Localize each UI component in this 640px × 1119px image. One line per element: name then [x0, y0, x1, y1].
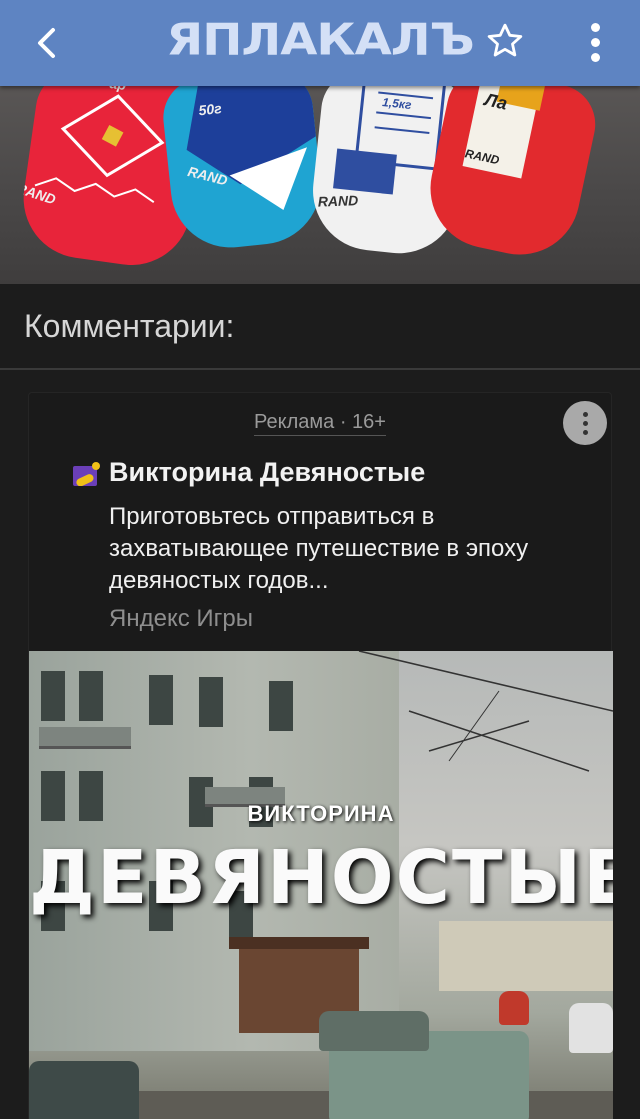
ad-card[interactable]: Реклама · 16+ Викторина Девяностые Приго… — [28, 392, 613, 1119]
ad-image-caption-big: ДЕВЯНОСТЫЕ — [29, 835, 613, 921]
favorite-button[interactable] — [480, 16, 530, 66]
sock-red-2: Ла RAND — [419, 86, 603, 266]
ad-label-text: Реклама · 16+ — [254, 411, 386, 436]
more-menu-button[interactable] — [570, 14, 620, 70]
ad-title[interactable]: Викторина Девяностые — [109, 457, 425, 488]
more-vertical-icon — [590, 22, 600, 32]
car — [29, 1061, 139, 1119]
car — [319, 1011, 429, 1051]
ad-label: Реклама · 16+ — [29, 411, 611, 436]
comments-title: Комментарии: — [24, 308, 235, 344]
sock-label: RAND — [317, 192, 359, 210]
site-logo[interactable]: ЯПЛАКАЛЪ — [0, 15, 640, 65]
car — [569, 1003, 613, 1053]
ad-image[interactable]: ВИКТОРИНА ДЕВЯНОСТЫЕ — [29, 651, 613, 1119]
ad-description: Приготовьтесь отправиться в захватывающе… — [109, 503, 529, 594]
star-outline-icon — [487, 23, 523, 57]
gamepad-icon — [73, 460, 103, 486]
ad-source: Яндекс Игры — [109, 605, 253, 632]
sock-label: 50г — [197, 100, 223, 119]
ad-title-row[interactable]: Викторина Девяностые — [73, 457, 425, 488]
ad-options-button[interactable] — [563, 401, 607, 445]
more-vertical-icon — [582, 411, 588, 417]
ad-image-caption-small: ВИКТОРИНА — [247, 801, 395, 826]
top-app-bar: ЯПЛАКАЛЪ — [0, 0, 640, 86]
sock-label: Ла — [482, 89, 510, 114]
post-image[interactable]: ap RAND 50г RAND 1,5кг RAND Ла RAND — [0, 86, 640, 284]
sock-label: 1,5кг — [381, 95, 413, 112]
comments-section-header: Комментарии: — [0, 284, 640, 370]
sock-blue: 50г RAND — [159, 86, 327, 254]
car — [499, 991, 529, 1025]
